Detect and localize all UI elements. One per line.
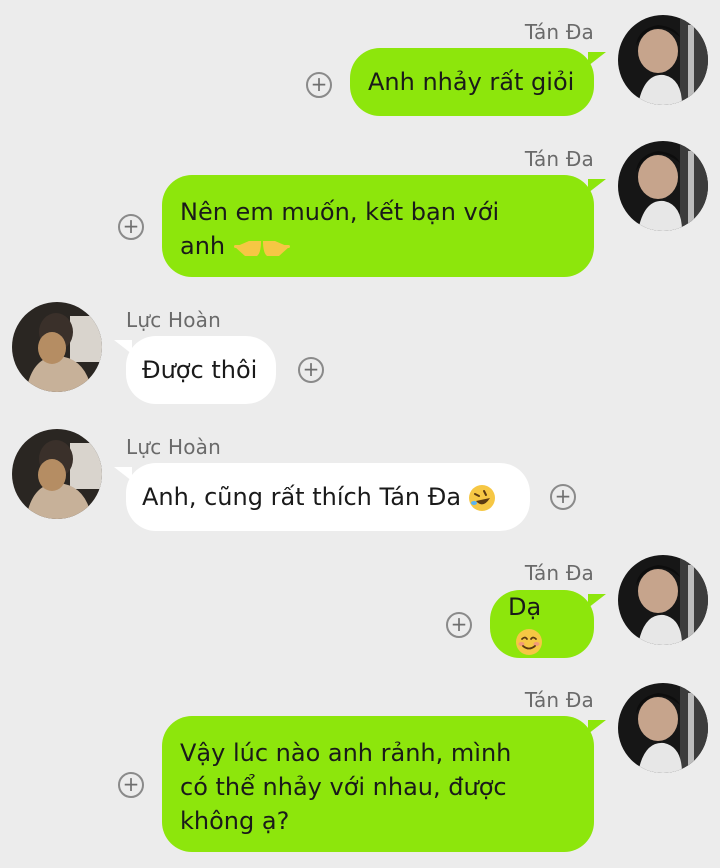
plus-circle-icon[interactable]: + xyxy=(446,612,472,638)
message-bubble[interactable]: Nên em muốn, kết bạn với anh xyxy=(162,175,594,277)
sender-name: Lực Hoàn xyxy=(126,308,221,332)
plus-circle-icon[interactable]: + xyxy=(306,72,332,98)
sender-name: Tán Đa xyxy=(524,20,594,44)
message-text: Được thôi xyxy=(142,356,258,384)
avatar[interactable] xyxy=(618,683,708,773)
sender-name: Lực Hoàn xyxy=(126,435,221,459)
message-text: Vậy lúc nào anh rảnh, mình có thể nhảy v… xyxy=(180,739,512,835)
bubble-tail xyxy=(114,467,132,481)
message-text: Nên em muốn, kết bạn với anh xyxy=(180,198,500,260)
bubble-tail xyxy=(588,52,606,66)
message-bubble[interactable]: Anh nhảy rất giỏi xyxy=(350,48,594,116)
bubble-tail xyxy=(588,179,606,193)
message-text: Dạ xyxy=(508,590,576,658)
avatar[interactable] xyxy=(12,302,102,392)
plus-circle-icon[interactable]: + xyxy=(118,772,144,798)
message-text: Anh, cũng rất thích Tán Đa xyxy=(142,480,497,514)
rolling-on-floor-laughing-emoji xyxy=(469,485,496,511)
sender-name: Tán Đa xyxy=(524,147,594,171)
bubble-tail xyxy=(588,720,606,734)
message-bubble[interactable]: Được thôi xyxy=(126,336,276,404)
smiling-face-emoji xyxy=(516,629,542,655)
avatar[interactable] xyxy=(618,555,708,645)
message-bubble[interactable]: Anh, cũng rất thích Tán Đa xyxy=(126,463,530,531)
plus-circle-icon[interactable]: + xyxy=(298,357,324,383)
message-bubble[interactable]: Vậy lúc nào anh rảnh, mình có thể nhảy v… xyxy=(162,716,594,852)
plus-circle-icon[interactable]: + xyxy=(550,484,576,510)
sender-name: Tán Đa xyxy=(524,561,594,585)
avatar[interactable] xyxy=(618,141,708,231)
message-text: Anh nhảy rất giỏi xyxy=(368,68,575,96)
backhand-index-pointing-left-right-emoji xyxy=(234,241,291,256)
avatar[interactable] xyxy=(12,429,102,519)
bubble-tail xyxy=(114,340,132,354)
plus-circle-icon[interactable]: + xyxy=(118,214,144,240)
sender-name: Tán Đa xyxy=(524,688,594,712)
message-bubble[interactable]: Dạ xyxy=(490,590,594,658)
bubble-tail xyxy=(588,594,606,608)
avatar[interactable] xyxy=(618,15,708,105)
